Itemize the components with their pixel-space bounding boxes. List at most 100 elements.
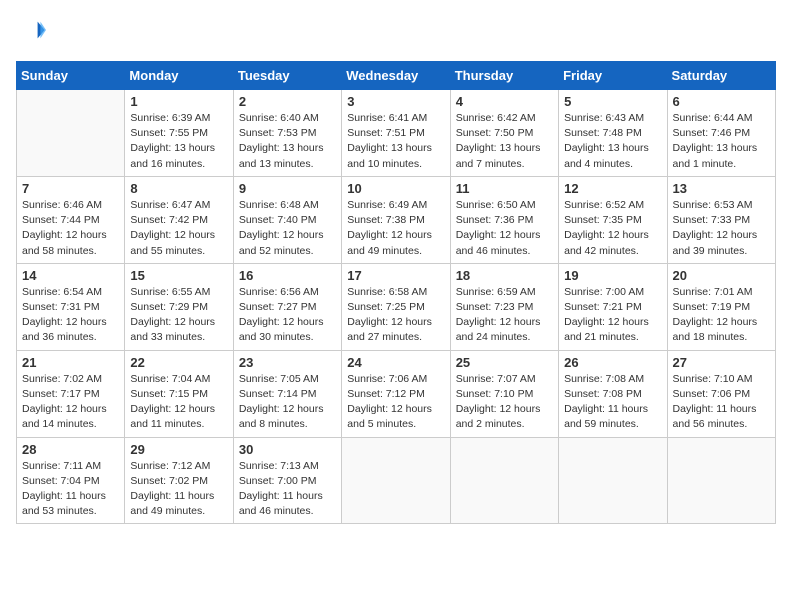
day-number: 19 <box>564 268 661 283</box>
day-info: Sunrise: 6:47 AM Sunset: 7:42 PM Dayligh… <box>130 198 227 259</box>
day-info: Sunrise: 6:41 AM Sunset: 7:51 PM Dayligh… <box>347 111 444 172</box>
calendar-cell: 22Sunrise: 7:04 AM Sunset: 7:15 PM Dayli… <box>125 350 233 437</box>
day-info: Sunrise: 6:58 AM Sunset: 7:25 PM Dayligh… <box>347 285 444 346</box>
day-number: 23 <box>239 355 336 370</box>
day-info: Sunrise: 7:04 AM Sunset: 7:15 PM Dayligh… <box>130 372 227 433</box>
calendar-cell: 21 Sunrise: 7:02 AM Sunset: 7:17 PM Dayli… <box>17 350 125 437</box>
day-number: 6 <box>673 94 770 109</box>
day-number: 10 <box>347 181 444 196</box>
day-info: Sunrise: 7:06 AM Sunset: 7:12 PM Dayligh… <box>347 372 444 433</box>
calendar-cell <box>559 437 667 524</box>
day-info: Sunrise: 6:39 AM Sunset: 7:55 PM Dayligh… <box>130 111 227 172</box>
day-number: 26 <box>564 355 661 370</box>
col-header-tuesday: Tuesday <box>233 62 341 90</box>
calendar-cell: 17 Sunrise: 6:58 AM Sunset: 7:25 PM Dayli… <box>342 263 450 350</box>
day-info: Sunrise: 7:13 AM Sunset: 7:00 PM Dayligh… <box>239 459 336 520</box>
col-header-friday: Friday <box>559 62 667 90</box>
day-number: 13 <box>673 181 770 196</box>
calendar-cell: 9 Sunrise: 6:48 AM Sunset: 7:40 PM Daylig… <box>233 176 341 263</box>
calendar-cell <box>450 437 558 524</box>
calendar-cell: 30 Sunrise: 7:13 AM Sunset: 7:00 PM Dayli… <box>233 437 341 524</box>
day-info: Sunrise: 7:07 AM Sunset: 7:10 PM Dayligh… <box>456 372 553 433</box>
day-number: 21 <box>22 355 119 370</box>
col-header-saturday: Saturday <box>667 62 775 90</box>
calendar-cell: 19 Sunrise: 7:00 AM Sunset: 7:21 PM Dayli… <box>559 263 667 350</box>
calendar-cell: 25 Sunrise: 7:07 AM Sunset: 7:10 PM Dayli… <box>450 350 558 437</box>
day-info: Sunrise: 6:59 AM Sunset: 7:23 PM Dayligh… <box>456 285 553 346</box>
calendar-cell: 14 Sunrise: 6:54 AM Sunset: 7:31 PM Dayli… <box>17 263 125 350</box>
day-info: Sunrise: 7:01 AM Sunset: 7:19 PM Dayligh… <box>673 285 770 346</box>
calendar-cell: 6 Sunrise: 6:44 AM Sunset: 7:46 PM Daylig… <box>667 90 775 177</box>
calendar-cell: 10 Sunrise: 6:49 AM Sunset: 7:38 PM Dayli… <box>342 176 450 263</box>
day-info: Sunrise: 6:56 AM Sunset: 7:27 PM Dayligh… <box>239 285 336 346</box>
day-info: Sunrise: 6:50 AM Sunset: 7:36 PM Dayligh… <box>456 198 553 259</box>
day-number: 27 <box>673 355 770 370</box>
day-number: 17 <box>347 268 444 283</box>
col-header-monday: Monday <box>125 62 233 90</box>
calendar-cell: 20 Sunrise: 7:01 AM Sunset: 7:19 PM Dayli… <box>667 263 775 350</box>
calendar-cell: 11 Sunrise: 6:50 AM Sunset: 7:36 PM Dayli… <box>450 176 558 263</box>
logo-icon <box>18 16 46 44</box>
day-number: 2 <box>239 94 336 109</box>
day-number: 5 <box>564 94 661 109</box>
calendar-cell: 16 Sunrise: 6:56 AM Sunset: 7:27 PM Dayli… <box>233 263 341 350</box>
day-number: 8 <box>130 181 227 196</box>
calendar-cell: 4 Sunrise: 6:42 AM Sunset: 7:50 PM Daylig… <box>450 90 558 177</box>
day-number: 4 <box>456 94 553 109</box>
day-info: Sunrise: 6:46 AM Sunset: 7:44 PM Dayligh… <box>22 198 119 259</box>
day-number: 20 <box>673 268 770 283</box>
day-info: Sunrise: 7:00 AM Sunset: 7:21 PM Dayligh… <box>564 285 661 346</box>
day-info: Sunrise: 6:43 AM Sunset: 7:48 PM Dayligh… <box>564 111 661 172</box>
calendar-cell: 23 Sunrise: 7:05 AM Sunset: 7:14 PM Dayli… <box>233 350 341 437</box>
calendar-cell <box>667 437 775 524</box>
day-number: 9 <box>239 181 336 196</box>
day-number: 15 <box>130 268 227 283</box>
day-number: 18 <box>456 268 553 283</box>
day-info: Sunrise: 6:49 AM Sunset: 7:38 PM Dayligh… <box>347 198 444 259</box>
col-header-wednesday: Wednesday <box>342 62 450 90</box>
day-number: 25 <box>456 355 553 370</box>
day-number: 24 <box>347 355 444 370</box>
day-info: Sunrise: 7:02 AM Sunset: 7:17 PM Dayligh… <box>22 372 119 433</box>
calendar-cell: 27 Sunrise: 7:10 AM Sunset: 7:06 PM Dayli… <box>667 350 775 437</box>
day-info: Sunrise: 6:53 AM Sunset: 7:33 PM Dayligh… <box>673 198 770 259</box>
page-header <box>16 16 776 49</box>
calendar-cell: 29 Sunrise: 7:12 AM Sunset: 7:02 PM Dayli… <box>125 437 233 524</box>
day-number: 29 <box>130 442 227 457</box>
calendar-cell: 15Sunrise: 6:55 AM Sunset: 7:29 PM Dayli… <box>125 263 233 350</box>
calendar-cell <box>17 90 125 177</box>
col-header-sunday: Sunday <box>17 62 125 90</box>
day-number: 28 <box>22 442 119 457</box>
day-info: Sunrise: 7:10 AM Sunset: 7:06 PM Dayligh… <box>673 372 770 433</box>
calendar-cell: 7Sunrise: 6:46 AM Sunset: 7:44 PM Daylig… <box>17 176 125 263</box>
calendar-cell: 1 Sunrise: 6:39 AM Sunset: 7:55 PM Daylig… <box>125 90 233 177</box>
day-number: 16 <box>239 268 336 283</box>
day-number: 14 <box>22 268 119 283</box>
day-number: 30 <box>239 442 336 457</box>
calendar-cell: 5 Sunrise: 6:43 AM Sunset: 7:48 PM Daylig… <box>559 90 667 177</box>
col-header-thursday: Thursday <box>450 62 558 90</box>
day-number: 3 <box>347 94 444 109</box>
day-info: Sunrise: 6:44 AM Sunset: 7:46 PM Dayligh… <box>673 111 770 172</box>
day-info: Sunrise: 6:52 AM Sunset: 7:35 PM Dayligh… <box>564 198 661 259</box>
day-info: Sunrise: 6:40 AM Sunset: 7:53 PM Dayligh… <box>239 111 336 172</box>
day-info: Sunrise: 6:42 AM Sunset: 7:50 PM Dayligh… <box>456 111 553 172</box>
calendar-cell: 18 Sunrise: 6:59 AM Sunset: 7:23 PM Dayli… <box>450 263 558 350</box>
day-info: Sunrise: 6:48 AM Sunset: 7:40 PM Dayligh… <box>239 198 336 259</box>
day-info: Sunrise: 7:05 AM Sunset: 7:14 PM Dayligh… <box>239 372 336 433</box>
logo <box>16 16 46 49</box>
calendar-cell: 26 Sunrise: 7:08 AM Sunset: 7:08 PM Dayli… <box>559 350 667 437</box>
day-info: Sunrise: 7:11 AM Sunset: 7:04 PM Dayligh… <box>22 459 119 520</box>
day-number: 12 <box>564 181 661 196</box>
calendar-table: SundayMondayTuesdayWednesdayThursdayFrid… <box>16 61 776 524</box>
day-info: Sunrise: 7:08 AM Sunset: 7:08 PM Dayligh… <box>564 372 661 433</box>
calendar-cell: 3 Sunrise: 6:41 AM Sunset: 7:51 PM Daylig… <box>342 90 450 177</box>
calendar-cell: 24 Sunrise: 7:06 AM Sunset: 7:12 PM Dayli… <box>342 350 450 437</box>
calendar-cell: 2 Sunrise: 6:40 AM Sunset: 7:53 PM Daylig… <box>233 90 341 177</box>
calendar-cell: 13 Sunrise: 6:53 AM Sunset: 7:33 PM Dayli… <box>667 176 775 263</box>
day-number: 1 <box>130 94 227 109</box>
calendar-cell: 8 Sunrise: 6:47 AM Sunset: 7:42 PM Daylig… <box>125 176 233 263</box>
day-info: Sunrise: 7:12 AM Sunset: 7:02 PM Dayligh… <box>130 459 227 520</box>
day-number: 11 <box>456 181 553 196</box>
day-info: Sunrise: 6:54 AM Sunset: 7:31 PM Dayligh… <box>22 285 119 346</box>
